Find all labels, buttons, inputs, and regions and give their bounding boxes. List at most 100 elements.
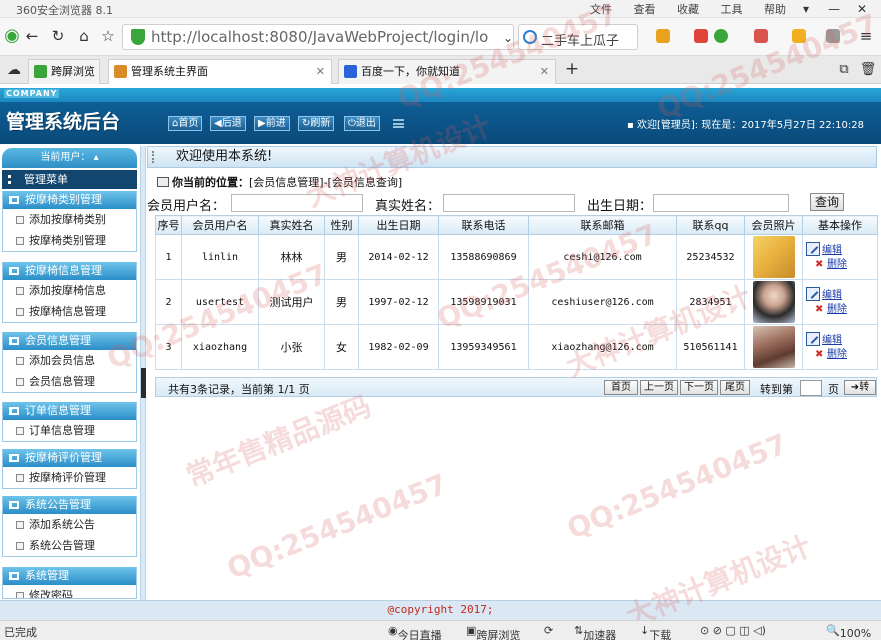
browser-search-box[interactable]: 二手车上瓜子 [518, 24, 638, 50]
browser-menu-icon[interactable]: ≡ [856, 26, 876, 46]
accelerator-button[interactable]: ⇅ 加速器 [574, 624, 616, 640]
current-user: 当前用户： ▴ [2, 148, 137, 168]
sidebar-item-chair-category-manage[interactable]: 按摩椅类别管理 [3, 230, 136, 251]
zoom-level[interactable]: 🔍 100% [826, 624, 871, 640]
home-button[interactable]: ⌂首页 [168, 116, 203, 131]
group-header[interactable]: 系统管理 [3, 567, 136, 585]
address-dropdown-icon[interactable]: ⌄ [498, 28, 518, 48]
member-photo [752, 326, 795, 368]
edit-link[interactable]: 编辑 [806, 332, 877, 347]
tab-admin-main[interactable]: 管理系统主界面 ✕ [108, 59, 332, 84]
refresh-icon[interactable]: ↻ [48, 26, 68, 46]
next-page-button[interactable]: 下一页 [680, 380, 718, 395]
cell-gender: 女 [324, 324, 359, 370]
group-header[interactable]: 按摩椅类别管理 [3, 191, 136, 209]
tab-cross-screen[interactable]: 跨屏浏览 [28, 59, 100, 84]
extension-apps-icon[interactable] [656, 29, 670, 43]
speed-icon[interactable]: ⟳ [544, 624, 553, 637]
sidebar-item-member-manage[interactable]: 会员信息管理 [3, 371, 136, 392]
col-realname: 真实姓名 [258, 215, 325, 235]
cell-realname: 林林 [258, 234, 325, 280]
download-button[interactable]: ↓ 下载 [640, 624, 671, 640]
cell-qq: 510561141 [676, 324, 745, 370]
home-icon[interactable]: ⌂ [74, 26, 94, 46]
browser-statusbar: 已完成 ◉ 今日直播 ▣ 跨屏浏览 ⟳ ⇅ 加速器 ↓ 下载 ⊙ ⊘ ▢ ◫ ◁… [0, 620, 881, 640]
logout-button[interactable]: ⏻退出 [344, 116, 380, 131]
realname-input[interactable] [443, 194, 575, 212]
browser-logo-icon[interactable]: ◉ [2, 26, 22, 46]
sidebar-item-add-notice[interactable]: 添加系统公告 [3, 514, 136, 535]
page-icon [16, 216, 24, 224]
last-page-button[interactable]: 尾页 [720, 380, 750, 395]
sidebar-item-change-password[interactable]: 修改密码 [3, 585, 136, 598]
favorite-star-icon[interactable]: ☆ [98, 26, 118, 46]
cell-email: ceshiuser@126.com [528, 279, 677, 325]
delete-link[interactable]: ✖ 删除 [806, 347, 877, 362]
group-header[interactable]: 订单信息管理 [3, 402, 136, 420]
prev-page-button[interactable]: 上一页 [640, 380, 678, 395]
goto-page-input[interactable] [800, 380, 822, 396]
address-bar[interactable]: http://localhost:8080/JavaWebProject/log… [122, 24, 514, 50]
group-header[interactable]: 会员信息管理 [3, 332, 136, 350]
extension-translate-icon[interactable] [754, 29, 768, 43]
status-icons[interactable]: ⊙ ⊘ ▢ ◫ ◁) [700, 624, 766, 637]
menu-view[interactable]: 查看 [634, 3, 656, 16]
cross-screen-button[interactable]: ▣ 跨屏浏览 [466, 624, 520, 640]
url-text[interactable]: http://localhost:8080/JavaWebProject/log… [151, 28, 488, 46]
group-header[interactable]: 按摩椅评价管理 [3, 449, 136, 467]
go-button[interactable]: ➜转 [844, 380, 876, 395]
sidebar-item-add-chair-info[interactable]: 添加按摩椅信息 [3, 280, 136, 301]
edit-link[interactable]: 编辑 [806, 287, 877, 302]
menu-favorites[interactable]: 收藏 [677, 3, 699, 16]
search-text[interactable]: 二手车上瓜子 [541, 30, 619, 49]
sidebar-item-chair-info-manage[interactable]: 按摩椅信息管理 [3, 301, 136, 322]
cloud-icon[interactable]: ☁ [4, 60, 24, 80]
close-window-icon[interactable]: ✕ [848, 0, 876, 18]
live-button[interactable]: ◉ 今日直播 [388, 624, 442, 640]
sidebar-item-add-member[interactable]: 添加会员信息 [3, 350, 136, 371]
menu-file[interactable]: 文件 [590, 3, 612, 16]
menu-tools[interactable]: 工具 [721, 3, 743, 16]
extension-shield-icon[interactable] [714, 29, 728, 43]
page-icon [16, 542, 24, 550]
username-input[interactable] [231, 194, 363, 212]
back-button[interactable]: ◀后退 [210, 116, 246, 131]
browser-titlebar: 360安全浏览器 8.1 文件 查看 收藏 工具 帮助 ▾ — ✕ [0, 0, 881, 18]
tab-close-icon[interactable]: ✕ [316, 60, 325, 83]
sidebar-item-notice-manage[interactable]: 系统公告管理 [3, 535, 136, 556]
member-photo [752, 281, 795, 323]
edit-link[interactable]: 编辑 [806, 242, 877, 257]
cell-realname: 测试用户 [258, 279, 325, 325]
extension-chat-icon[interactable] [826, 29, 840, 43]
cell-gender: 男 [324, 234, 359, 280]
sidebar-item-order-manage[interactable]: 订单信息管理 [3, 420, 136, 441]
cell-username: usertest [181, 279, 259, 325]
minimize-icon[interactable]: — [820, 0, 848, 18]
collapse-arrow-icon[interactable] [141, 368, 146, 398]
tab-close-icon[interactable]: ✕ [540, 60, 549, 83]
back-icon[interactable]: ← [22, 26, 42, 46]
refresh-button[interactable]: ↻刷新 [298, 116, 335, 131]
group-header[interactable]: 按摩椅信息管理 [3, 262, 136, 280]
delete-link[interactable]: ✖ 删除 [806, 257, 877, 272]
sidebar-item-add-chair-category[interactable]: 添加按摩椅类别 [3, 209, 136, 230]
first-page-button[interactable]: 首页 [604, 380, 638, 395]
sidebar-item-review-manage[interactable]: 按摩椅评价管理 [3, 467, 136, 488]
breadcrumb-label: 你当前的位置： [172, 176, 249, 189]
extension-mail-icon[interactable] [694, 29, 708, 43]
tab-baidu[interactable]: 百度一下，你就知道 ✕ [338, 59, 556, 84]
status-text: 已完成 [4, 626, 37, 639]
group-header[interactable]: 系统公告管理 [3, 496, 136, 514]
query-button[interactable]: 查询 [810, 193, 844, 211]
delete-link[interactable]: ✖ 删除 [806, 302, 877, 317]
forward-button[interactable]: ▶前进 [254, 116, 290, 131]
extension-game-icon[interactable] [792, 29, 806, 43]
menu-help[interactable]: 帮助 [764, 3, 786, 16]
sidebar-splitter[interactable] [140, 146, 146, 620]
restore-tab-icon[interactable]: ⧉ [834, 60, 854, 80]
skin-icon[interactable]: ▾ [792, 0, 820, 18]
birthday-input[interactable] [653, 194, 789, 212]
new-tab-icon[interactable]: + [562, 59, 582, 79]
trash-icon[interactable]: 🗑 [858, 60, 878, 80]
breadcrumb-path: [会员信息管理]-[会员信息查询] [249, 176, 403, 189]
